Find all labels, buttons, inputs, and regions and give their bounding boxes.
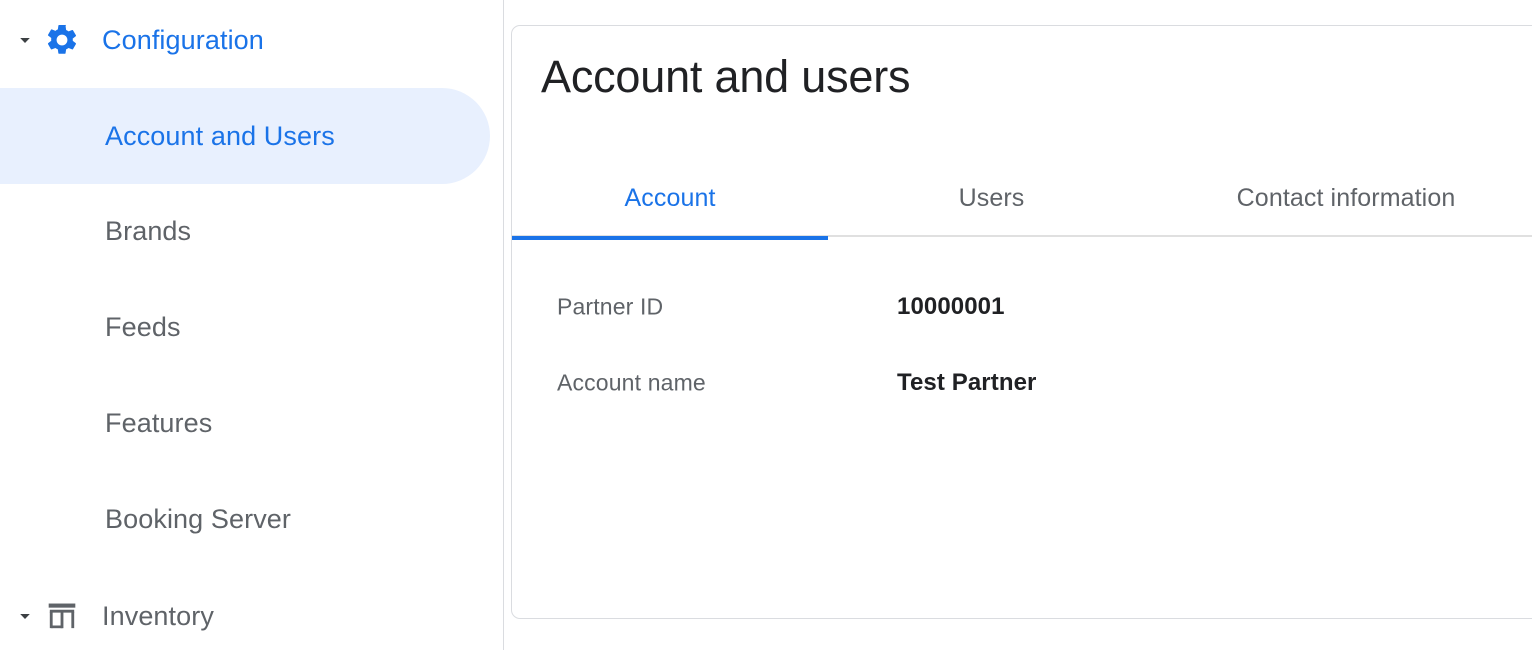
sidebar-group-label: Configuration (82, 27, 264, 54)
sidebar-item-label: Brands (0, 218, 191, 245)
sidebar-item-label: Feeds (0, 314, 181, 341)
tab-account[interactable]: Account (512, 159, 828, 237)
field-value: Test Partner (897, 369, 1036, 397)
sidebar: Configuration Account and Users Brands F… (0, 0, 504, 650)
field-row-partner-id: Partner ID 10000001 (512, 237, 1532, 313)
tab-contact-information[interactable]: Contact information (1155, 159, 1532, 237)
sidebar-item-label: Features (0, 410, 212, 437)
account-details-list: Partner ID 10000001 Account name Test Pa… (512, 237, 1532, 389)
chevron-down-icon[interactable] (8, 32, 42, 48)
sidebar-group-label: Inventory (82, 603, 214, 630)
tab-label: Account (624, 184, 715, 213)
app-root: Configuration Account and Users Brands F… (0, 0, 1532, 650)
tab-label: Users (959, 184, 1025, 213)
field-row-account-name: Account name Test Partner (512, 313, 1532, 389)
sidebar-item-label: Booking Server (0, 506, 291, 533)
gear-icon (42, 22, 82, 58)
storefront-icon (42, 599, 82, 633)
page-title: Account and users (541, 54, 910, 99)
sidebar-item-features[interactable]: Features (0, 392, 490, 454)
sidebar-item-booking-server[interactable]: Booking Server (0, 488, 490, 550)
sidebar-item-account-and-users[interactable]: Account and Users (0, 88, 490, 184)
tab-label: Contact information (1237, 184, 1456, 213)
tab-users[interactable]: Users (828, 159, 1155, 237)
chevron-down-icon[interactable] (8, 608, 42, 624)
sidebar-item-brands[interactable]: Brands (0, 200, 490, 262)
field-label: Account name (557, 370, 706, 397)
sidebar-item-feeds[interactable]: Feeds (0, 296, 490, 358)
sidebar-group-configuration[interactable]: Configuration (0, 12, 504, 68)
sidebar-group-inventory[interactable]: Inventory (0, 588, 504, 644)
tab-bar: Account Users Contact information (512, 159, 1532, 237)
sidebar-item-label: Account and Users (0, 123, 335, 150)
account-and-users-card: Account and users Account Users Contact … (511, 25, 1532, 619)
